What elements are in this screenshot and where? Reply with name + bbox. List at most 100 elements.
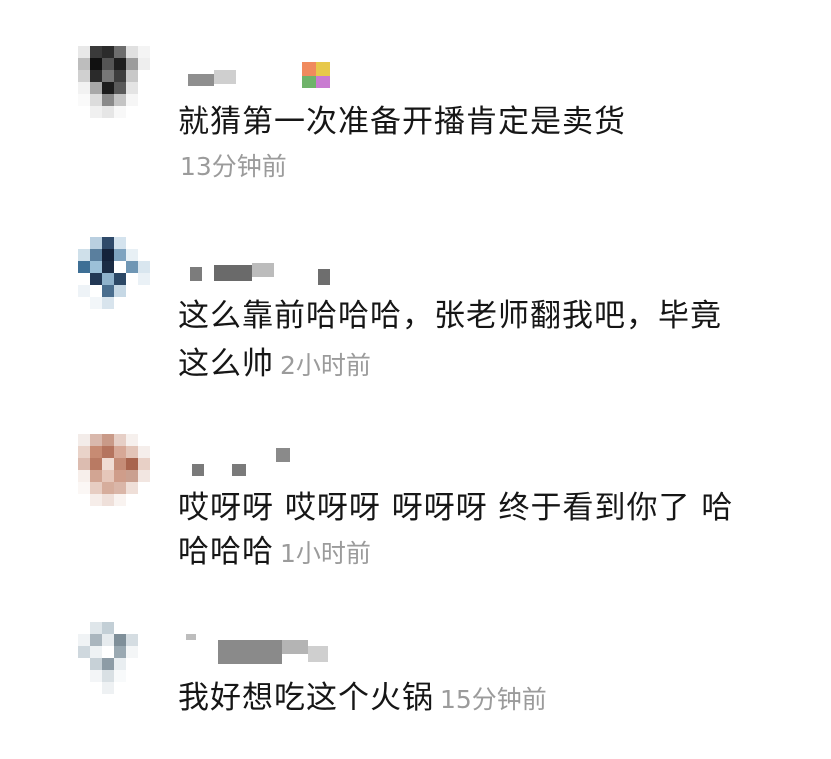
avatar-mosaic-cell (114, 297, 126, 309)
avatar-mosaic-cell (138, 285, 150, 297)
avatar-mosaic-cell (90, 58, 102, 70)
comment-time: 15分钟前 (440, 685, 547, 714)
avatar-mosaic-cell (126, 482, 138, 494)
comment-text: 就猜第一次准备开播肯定是卖货 (178, 104, 626, 140)
avatar-mosaic-cell (90, 482, 102, 494)
avatar-mosaic-cell (126, 670, 138, 682)
avatar-mosaic-cell (138, 446, 150, 458)
avatar-mosaic-cell (78, 446, 90, 458)
avatar-mosaic-cell (126, 658, 138, 670)
avatar-mosaic-cell (102, 94, 114, 106)
avatar-mosaic-cell (126, 58, 138, 70)
avatar-mosaic-cell (114, 470, 126, 482)
avatar-mosaic-cell (90, 646, 102, 658)
avatar-mosaic-cell (90, 470, 102, 482)
avatar-mosaic-cell (78, 458, 90, 470)
avatar-mosaic-cell (126, 106, 138, 118)
avatar-mosaic-cell (114, 622, 126, 634)
avatar-mosaic-cell (138, 682, 150, 694)
avatar-mosaic-cell (114, 434, 126, 446)
avatar-mosaic-cell (114, 458, 126, 470)
avatar-mosaic-cell (114, 446, 126, 458)
avatar-mosaic-cell (138, 297, 150, 309)
comment-text-continued: 哈哈哈 (178, 534, 274, 570)
avatar-mosaic-cell (126, 434, 138, 446)
avatar-mosaic-cell (78, 273, 90, 285)
avatar-mosaic-cell (90, 434, 102, 446)
avatar-mosaic-cell (90, 82, 102, 94)
avatar-mosaic-cell (138, 482, 150, 494)
avatar-mosaic-cell (102, 70, 114, 82)
avatar-mosaic-cell (102, 646, 114, 658)
avatar-mosaic-cell (114, 249, 126, 261)
avatar-mosaic-cell (78, 249, 90, 261)
avatar-mosaic-cell (138, 470, 150, 482)
avatar-mosaic-cell (114, 46, 126, 58)
username-blurred[interactable] (180, 632, 370, 664)
avatar[interactable] (78, 622, 150, 694)
username-blurred[interactable] (180, 56, 370, 88)
avatar-mosaic-cell (126, 682, 138, 694)
avatar-mosaic-cell (126, 646, 138, 658)
avatar-mosaic-cell (90, 273, 102, 285)
comment-text-line: 哎呀呀 哎呀呀 呀呀呀 终于看到你了 哈 (178, 490, 734, 526)
avatar-mosaic-cell (78, 94, 90, 106)
avatar-mosaic-cell (126, 634, 138, 646)
avatar-mosaic-cell (102, 494, 114, 506)
username-blurred[interactable] (180, 247, 370, 285)
avatar-mosaic-cell (90, 446, 102, 458)
avatar-mosaic-cell (102, 434, 114, 446)
avatar-mosaic-cell (138, 458, 150, 470)
avatar-mosaic-cell (114, 82, 126, 94)
avatar-mosaic-cell (114, 285, 126, 297)
avatar-mosaic-cell (114, 273, 126, 285)
avatar-mosaic-cell (114, 494, 126, 506)
avatar-mosaic-cell (126, 285, 138, 297)
avatar-mosaic-cell (114, 58, 126, 70)
avatar-mosaic-cell (114, 658, 126, 670)
avatar[interactable] (78, 434, 150, 506)
avatar-mosaic-cell (138, 70, 150, 82)
avatar-mosaic-cell (114, 237, 126, 249)
avatar-mosaic-cell (90, 94, 102, 106)
avatar-mosaic-cell (138, 58, 150, 70)
avatar-mosaic-cell (114, 482, 126, 494)
avatar-mosaic-cell (78, 494, 90, 506)
comment-text: 我好想吃这个火锅 (178, 680, 434, 716)
username-blurred[interactable] (180, 444, 370, 476)
avatar-mosaic-cell (90, 70, 102, 82)
avatar-mosaic-cell (102, 46, 114, 58)
avatar-mosaic-cell (126, 261, 138, 273)
avatar-mosaic-cell (102, 273, 114, 285)
avatar-mosaic-cell (90, 658, 102, 670)
avatar-mosaic-cell (78, 82, 90, 94)
avatar-mosaic-cell (78, 285, 90, 297)
avatar[interactable] (78, 237, 150, 309)
avatar-mosaic-cell (90, 682, 102, 694)
avatar-mosaic-cell (114, 261, 126, 273)
avatar-mosaic-cell (90, 494, 102, 506)
avatar-mosaic-cell (138, 46, 150, 58)
avatar-mosaic-cell (90, 249, 102, 261)
avatar-mosaic-cell (138, 249, 150, 261)
avatar-mosaic-cell (126, 273, 138, 285)
avatar[interactable] (78, 46, 150, 118)
avatar-mosaic-cell (102, 682, 114, 694)
avatar-mosaic-cell (126, 622, 138, 634)
avatar-mosaic-cell (102, 82, 114, 94)
avatar-mosaic-cell (126, 70, 138, 82)
avatar-mosaic-cell (102, 285, 114, 297)
avatar-mosaic-cell (102, 249, 114, 261)
avatar-mosaic-cell (102, 470, 114, 482)
avatar-mosaic-cell (90, 458, 102, 470)
avatar-mosaic-cell (138, 494, 150, 506)
avatar-mosaic-cell (126, 494, 138, 506)
avatar-mosaic-cell (102, 106, 114, 118)
avatar-mosaic-cell (90, 285, 102, 297)
avatar-mosaic-cell (138, 434, 150, 446)
avatar-mosaic-cell (78, 237, 90, 249)
avatar-mosaic-cell (138, 658, 150, 670)
comment-text-line: 哈哈哈 1小时前 (178, 528, 371, 578)
avatar-mosaic-cell (114, 670, 126, 682)
avatar-mosaic-cell (78, 470, 90, 482)
